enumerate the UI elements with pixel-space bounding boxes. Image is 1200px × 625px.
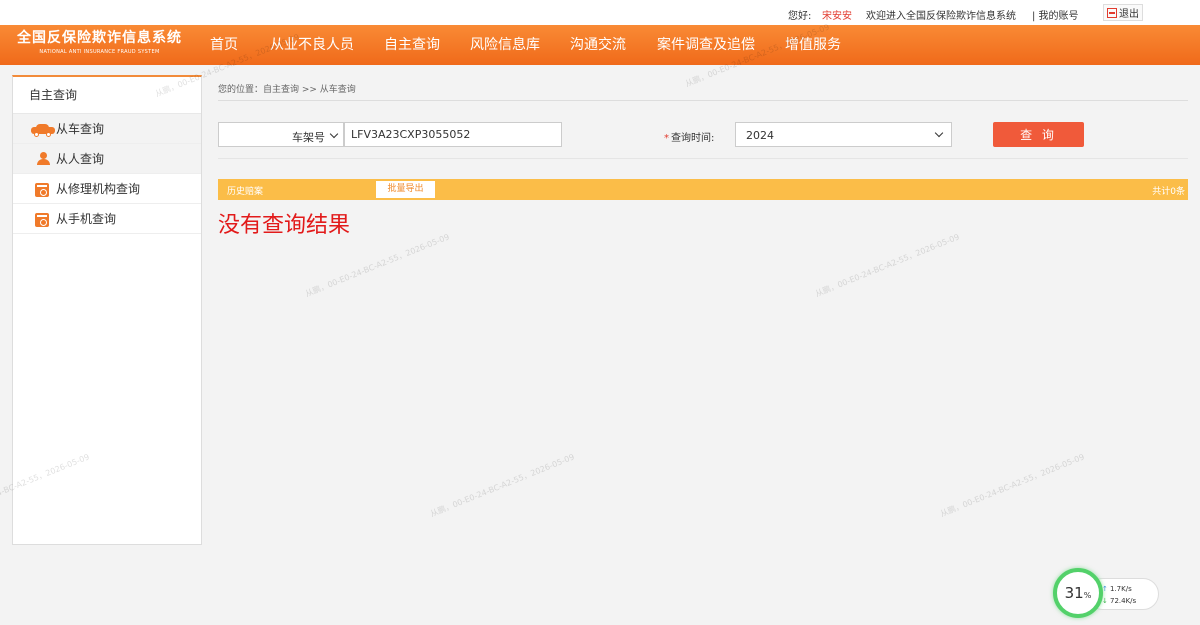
nav-home[interactable]: 首页	[210, 25, 238, 65]
my-account-link[interactable]: | 我的账号	[1032, 7, 1079, 22]
sidebar-title: 自主查询	[13, 77, 201, 114]
query-time-label-text: 查询时间:	[671, 133, 715, 144]
memory-usage-ring[interactable]: 31%	[1053, 568, 1103, 618]
query-year-value: 2024	[746, 129, 774, 142]
chevron-down-icon	[934, 128, 944, 138]
batch-export-button[interactable]: 批量导出	[376, 181, 435, 198]
sidebar-item-repair-shop-query[interactable]: 从修理机构查询	[13, 174, 201, 204]
watermark: 从鹏，00-E0-24-BC-A2-55，2026-05-09	[938, 452, 1086, 519]
nav-risk-database[interactable]: 风险信息库	[470, 25, 540, 65]
nav-bad-personnel[interactable]: 从业不良人员	[270, 25, 354, 65]
sidebar-item-person-query[interactable]: 从人查询	[13, 144, 201, 174]
history-claims-label: 历史赔案	[227, 187, 264, 197]
query-year-select[interactable]: 2024	[735, 122, 952, 147]
nav-case-investigation[interactable]: 案件调查及追偿	[657, 25, 755, 65]
form-divider	[218, 158, 1188, 159]
sidebar-item-label: 从修理机构查询	[56, 182, 141, 196]
nav-value-added-services[interactable]: 增值服务	[785, 25, 841, 65]
greeting-text: 您好:	[788, 11, 812, 22]
network-speed-widget[interactable]: ↑ 1.7K/s ↓ 72.4K/s 31%	[1053, 568, 1161, 620]
person-icon	[36, 152, 50, 166]
welcome-text: 欢迎进入全国反保险欺诈信息系统	[866, 11, 1016, 22]
chevron-down-icon	[329, 129, 339, 139]
logout-label: 退出	[1119, 9, 1139, 20]
usage-percent: 31	[1064, 584, 1084, 602]
site-logo[interactable]: 全国反保险欺诈信息系统 NATIONAL ANTI INSURANCE FRAU…	[12, 28, 187, 62]
upload-speed: 1.7K/s	[1110, 585, 1132, 593]
search-type-select[interactable]: 车架号	[218, 122, 344, 147]
required-marker: *	[664, 133, 669, 144]
sidebar-item-label: 从人查询	[56, 152, 105, 166]
query-time-label: * 查询时间:	[664, 129, 714, 144]
logo-title: 全国反保险欺诈信息系统	[17, 30, 182, 46]
total-count: 共计0条	[1152, 187, 1185, 197]
no-result-message: 没有查询结果	[218, 213, 351, 238]
phone-query-icon	[35, 213, 49, 227]
top-utility-bar: 您好: 宋安安 欢迎进入全国反保险欺诈信息系统 | 我的账号 退出	[0, 0, 1200, 25]
nav-communication[interactable]: 沟通交流	[570, 25, 626, 65]
sidebar-item-phone-query[interactable]: 从手机查询	[13, 204, 201, 234]
watermark: 从鹏，00-E0-24-BC-A2-55，2026-05-09	[813, 232, 961, 299]
sidebar-item-label: 从车查询	[56, 122, 105, 136]
usage-percent-unit: %	[1083, 590, 1092, 600]
nav-self-query[interactable]: 自主查询	[384, 25, 440, 65]
watermark: 从鹏，00-E0-24-BC-A2-55，2026-05-09	[303, 232, 451, 299]
sidebar-item-label: 从手机查询	[56, 212, 117, 226]
query-button[interactable]: 查 询	[993, 122, 1084, 147]
repair-shop-icon	[35, 183, 49, 197]
breadcrumb: 您的位置：自主查询 >> 从车查询	[218, 85, 356, 95]
logout-icon	[1107, 7, 1117, 18]
logout-button[interactable]: 退出	[1103, 4, 1143, 21]
vin-input[interactable]	[344, 122, 562, 147]
sidebar: 自主查询 从车查询 从人查询 从修理机构查询 从手机查询	[12, 75, 202, 545]
search-type-value: 车架号	[292, 131, 325, 144]
main-header: 全国反保险欺诈信息系统 NATIONAL ANTI INSURANCE FRAU…	[0, 25, 1200, 65]
sidebar-item-vehicle-query[interactable]: 从车查询	[13, 114, 201, 144]
download-speed: 72.4K/s	[1110, 597, 1137, 605]
logo-subtitle: NATIONAL ANTI INSURANCE FRAUD SYSTEM	[39, 49, 160, 55]
car-icon	[31, 124, 55, 137]
download-arrow-icon: ↓	[1102, 597, 1108, 605]
username-link[interactable]: 宋安安	[822, 7, 852, 22]
watermark: 从鹏，00-E0-24-BC-A2-55，2026-05-09	[428, 452, 576, 519]
results-header-bar: 历史赔案 批量导出 共计0条	[218, 179, 1188, 200]
breadcrumb-divider	[218, 100, 1188, 101]
